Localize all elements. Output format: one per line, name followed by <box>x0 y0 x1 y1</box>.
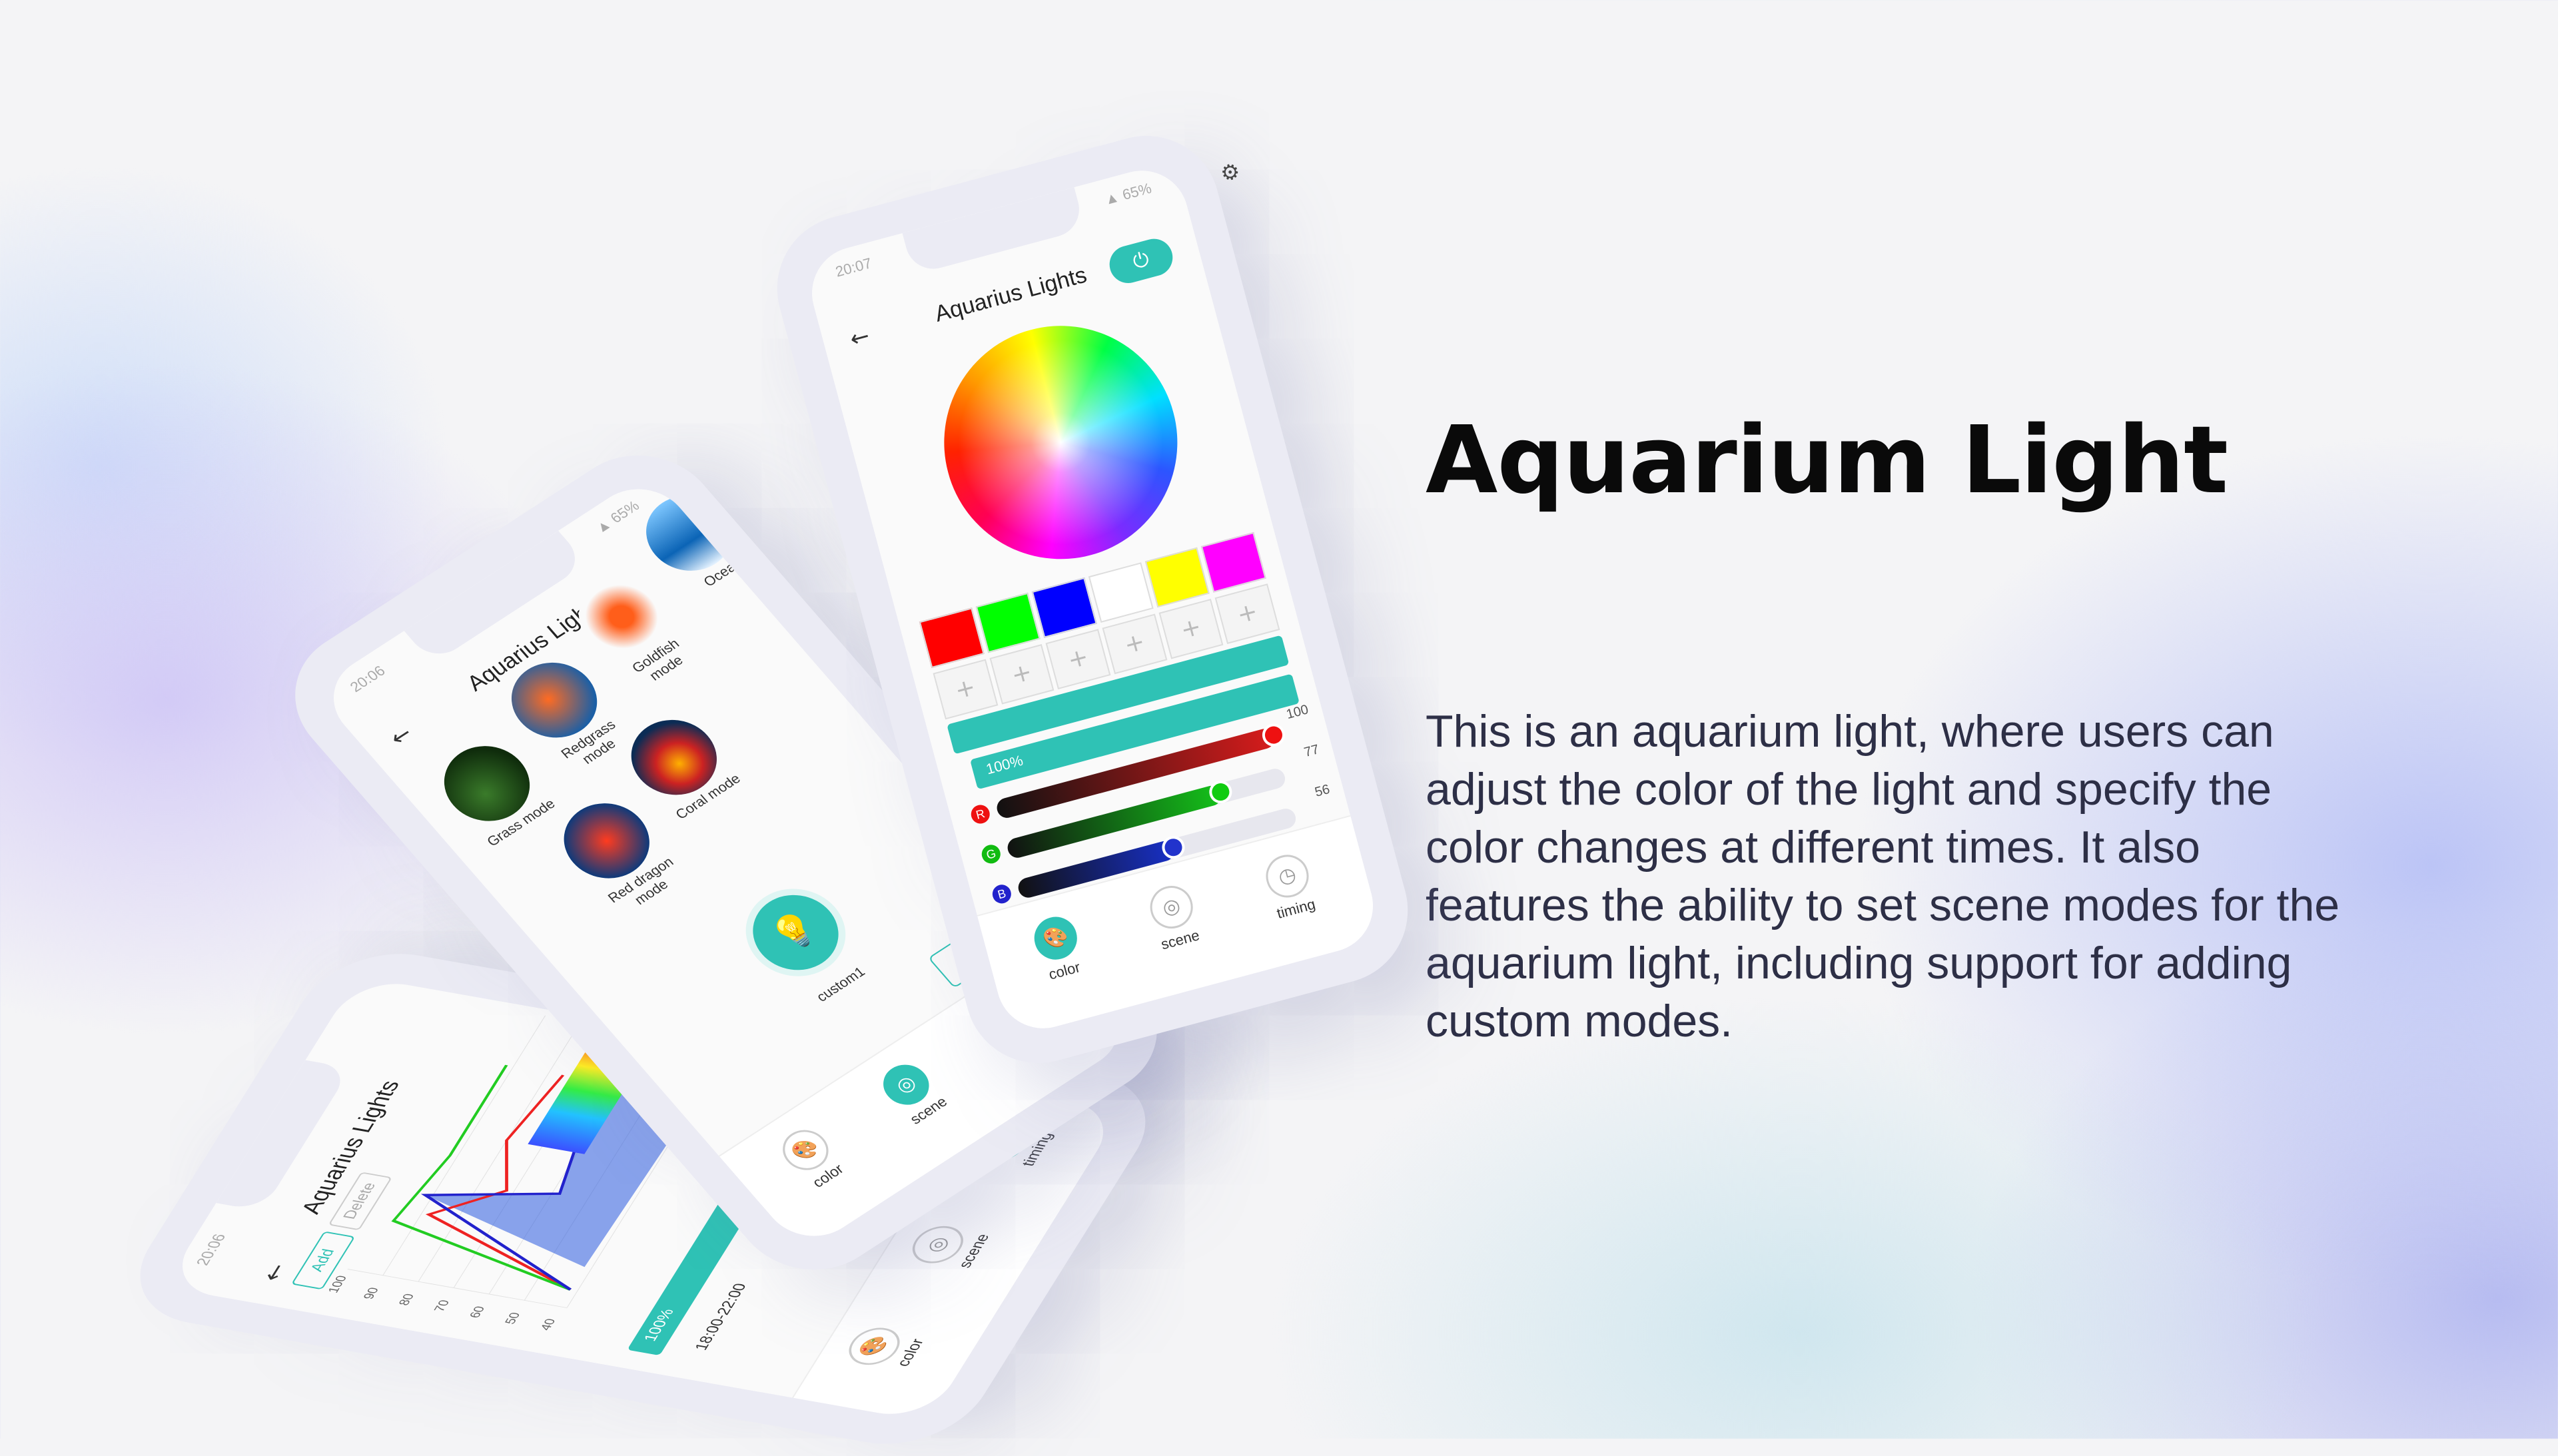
y-tick-labels: 100 90 80 70 60 50 40 <box>324 1274 558 1331</box>
color-swatch[interactable] <box>919 607 985 669</box>
tab-scene[interactable]: ◎ scene <box>1121 875 1228 960</box>
color-wheel[interactable] <box>918 299 1204 585</box>
tab-color[interactable]: 🎨 color <box>1005 906 1112 992</box>
color-swatch[interactable] <box>1144 547 1210 608</box>
y-tick-label: 70 <box>431 1299 452 1313</box>
y-tick-label: 50 <box>502 1311 523 1325</box>
color-swatch[interactable] <box>1032 577 1097 638</box>
brightness-value: 100% <box>984 751 1025 778</box>
gear-icon[interactable]: ⚙ <box>1218 158 1243 187</box>
y-tick-label: 40 <box>537 1317 558 1331</box>
slider-value: 56 <box>1313 781 1332 800</box>
status-battery: ▲ 65% <box>1102 179 1154 208</box>
tab-color[interactable]: 🎨 color <box>827 1303 944 1394</box>
y-tick-label: 60 <box>466 1305 488 1319</box>
tab-timing[interactable]: ◷timing <box>1237 843 1344 929</box>
scene-icon: ◎ <box>1145 881 1198 934</box>
color-swatch[interactable] <box>1201 532 1266 593</box>
y-tick-label: 80 <box>396 1293 417 1307</box>
y-tick-label: 100 <box>324 1274 349 1293</box>
brightness-value: 100% <box>640 1307 677 1343</box>
clock-icon: ◷ <box>1261 850 1314 903</box>
add-swatch-button[interactable]: + <box>1045 629 1111 689</box>
add-swatch-button[interactable]: + <box>1158 598 1224 659</box>
tab-color[interactable]: 🎨 color <box>752 1108 873 1208</box>
color-swatch[interactable] <box>1088 562 1154 623</box>
palette-icon: 🎨 <box>1029 912 1082 964</box>
add-swatch-button[interactable]: + <box>933 659 999 720</box>
power-icon: ⏻ <box>1130 247 1152 274</box>
custom-mode-button[interactable]: 💡 <box>735 880 856 985</box>
slider-value: 77 <box>1302 742 1321 761</box>
description: This is an aquarium light, where users c… <box>1426 706 2340 1046</box>
time-range: 18:00-22:00 <box>690 1281 750 1352</box>
channel-badge: G <box>979 843 1003 866</box>
add-swatch-button[interactable]: + <box>989 643 1055 705</box>
color-swatch[interactable] <box>975 592 1041 653</box>
page-title: Aquarium Light <box>1426 406 2228 515</box>
add-swatch-button[interactable]: + <box>1214 583 1280 644</box>
status-time: 20:07 <box>833 254 874 280</box>
status-time: 20:06 <box>346 662 389 695</box>
notch <box>902 187 1086 275</box>
lightbulb-icon: 💡 <box>763 905 827 959</box>
status-time: 20:06 <box>192 1232 230 1267</box>
add-swatch-button[interactable]: + <box>1102 613 1168 675</box>
tab-scene[interactable]: ◎ scene <box>853 1043 973 1142</box>
y-tick-label: 90 <box>360 1286 382 1300</box>
channel-badge: B <box>990 883 1013 906</box>
channel-badge: R <box>969 803 992 826</box>
